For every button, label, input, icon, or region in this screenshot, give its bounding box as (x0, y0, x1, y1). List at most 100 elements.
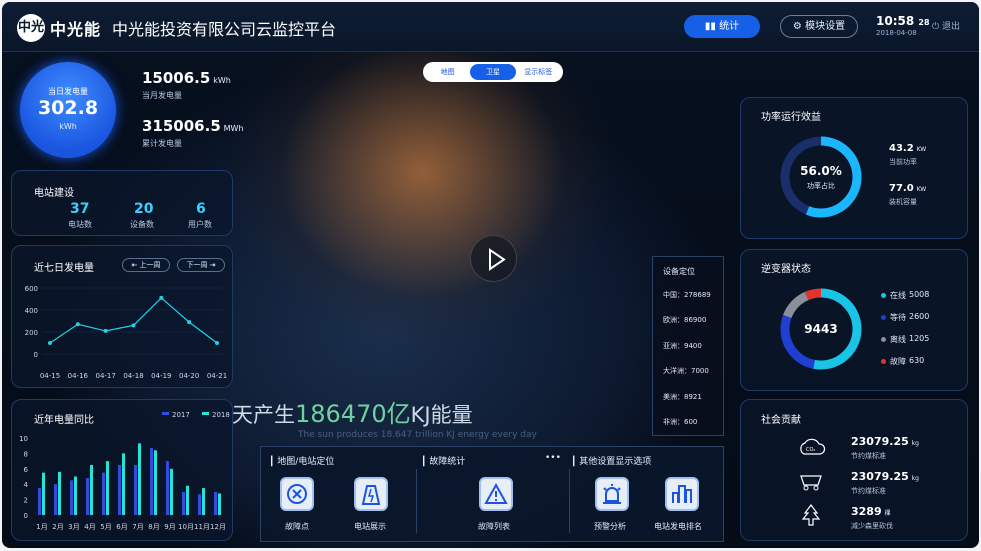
coal-cart-icon (800, 475, 822, 491)
fault-list-label: 故障列表 (478, 522, 510, 531)
x-tick-label: 7月 (132, 523, 143, 531)
power-percent-label: 功率占比 (807, 182, 835, 190)
social-contribution-panel: 社会贡献 CO₂ 23079.25 kg 节约煤标准 23079.25 kg 节… (740, 399, 968, 541)
ranking-button[interactable] (665, 477, 699, 511)
section-other-title: ┃ 其他设置显示选项 (571, 457, 652, 467)
slogan-english: The sun produces 18.647 trillion KJ ener… (298, 430, 537, 440)
data-point (159, 295, 164, 300)
social-value: 23079.25 (851, 470, 909, 483)
x-tick-label: 04-18 (123, 372, 143, 380)
social-value: 3289 (851, 505, 882, 518)
clock: 10:58 28 (876, 14, 930, 28)
tab-labels[interactable]: 显示标签 (516, 64, 561, 80)
social-item: 23079.25 kg (851, 435, 919, 448)
legend-label: 2018 (212, 411, 230, 419)
logout-button[interactable]: ⏻ 退出 (932, 19, 960, 32)
x-tick-label: 04-17 (95, 372, 115, 380)
data-point (75, 322, 80, 327)
legend-item: 等待 2600 (881, 312, 929, 323)
installed-capacity: 77.0 KW (889, 183, 926, 194)
panel-title: 电站建设 (34, 188, 74, 199)
panel-title: 近七日发电量 (34, 263, 94, 274)
legend-value: 1205 (909, 334, 930, 343)
bar (138, 443, 141, 515)
page-title: 中光能投资有限公司云监控平台 (112, 20, 337, 39)
location-row: 欧洲：86900 (663, 316, 707, 324)
legend-label: 2017 (172, 411, 190, 419)
bar (182, 491, 185, 515)
installed-capacity-label: 装机容量 (889, 198, 917, 206)
current-power-label: 当前功率 (889, 158, 917, 166)
bar (38, 488, 41, 515)
x-tick-label: 6月 (116, 523, 127, 531)
logo: 中光 (17, 14, 45, 42)
section-map-title: ┃ 地图/电站定位 (269, 457, 335, 467)
data-point (215, 341, 219, 345)
bar (90, 464, 93, 515)
co2-icon: CO₂ (800, 438, 826, 455)
station-count: 37 (70, 201, 90, 217)
total-unit: MWh (223, 124, 244, 133)
tab-satellite[interactable]: 卫星 (470, 64, 516, 80)
current-power: 43.2 KW (889, 143, 926, 154)
play-icon (489, 248, 506, 271)
location-row: 亚洲：9400 (663, 342, 702, 350)
data-point (187, 320, 192, 325)
current-power-value: 43.2 (889, 143, 914, 154)
legend-label: 故障 (890, 357, 906, 366)
prev-week-button[interactable]: ⇤ 上一周 (122, 258, 170, 272)
bottom-toolbar: ┃ 地图/电站定位 ┃ 故障统计 ••• ┃ 其他设置显示选项 故障点 电站展示… (260, 446, 724, 542)
section-label: 地图/电站定位 (277, 457, 335, 467)
top-bar: 中光 中光能 中光能投资有限公司云监控平台 ▮▮ 统计 ⚙ 模块设置 10:58… (2, 2, 979, 52)
bar (74, 476, 77, 515)
play-button[interactable] (470, 235, 517, 282)
ranking-label: 电站发电排名 (654, 522, 702, 531)
stats-button[interactable]: ▮▮ 统计 (684, 15, 760, 38)
next-week-label: 下一周 (186, 261, 208, 269)
today-value: 302.8 (37, 97, 99, 119)
bar (154, 450, 157, 515)
tab-map[interactable]: 地图 (425, 64, 470, 80)
location-row: 非洲：600 (663, 418, 698, 426)
clock-seconds: 28 (918, 18, 930, 27)
alarm-analysis-button[interactable] (595, 477, 629, 511)
bar (214, 491, 217, 515)
social-label: 减少森里砍伐 (851, 522, 893, 530)
bar (150, 448, 153, 515)
bar (198, 494, 201, 515)
x-tick-label: 04-19 (151, 372, 171, 380)
stats-label: 统计 (719, 21, 740, 32)
module-settings-button[interactable]: ⚙ 模块设置 (780, 15, 858, 38)
bar-chart-icon: ▮▮ (704, 21, 720, 32)
social-label: 节约煤标准 (851, 487, 886, 495)
y-tick-label: 600 (25, 285, 38, 293)
x-tick-label: 9月 (164, 523, 175, 531)
bar (42, 472, 45, 515)
more-icon[interactable]: ••• (545, 453, 561, 463)
legend-dot (881, 293, 886, 298)
legend-label: 离线 (890, 335, 906, 344)
bar (118, 464, 121, 515)
section-fault-title: ┃ 故障统计 (421, 457, 466, 467)
location-row: 中国：278689 (663, 291, 711, 299)
week-energy-panel: 近七日发电量 ⇤ 上一周 下一周 ⇥ 0 200 400 600 04-15 04-16 0… (11, 245, 233, 388)
fault-list-button[interactable] (479, 477, 513, 511)
fault-point-button[interactable] (280, 477, 314, 511)
station-display-button[interactable] (354, 477, 388, 511)
ranking-icon (672, 485, 692, 503)
bar (202, 488, 205, 515)
next-week-button[interactable]: 下一周 ⇥ (177, 258, 225, 272)
legend-label: 等待 (890, 313, 906, 322)
bar (102, 472, 105, 515)
x-tick-label: 4月 (84, 523, 95, 531)
year-compare-panel: 近年电量同比 0 2 4 6 8 10 2017 2018 1月 2月 3月 4月 5月 6月 7月 8月 9月… (11, 399, 233, 541)
station-icon (361, 485, 381, 505)
station-build-panel: 电站建设 37 电站数 20 设备数 6 用户数 (11, 170, 233, 236)
social-item: 3289 棵 (851, 505, 891, 518)
bar (70, 480, 73, 515)
month-energy: 15006.5 kWh (142, 69, 231, 87)
installed-capacity-unit: KW (916, 186, 927, 193)
alarm-analysis-label: 预警分析 (594, 522, 626, 531)
y-tick-label: 2 (24, 497, 28, 505)
power-percent: 56.0% (800, 164, 842, 178)
